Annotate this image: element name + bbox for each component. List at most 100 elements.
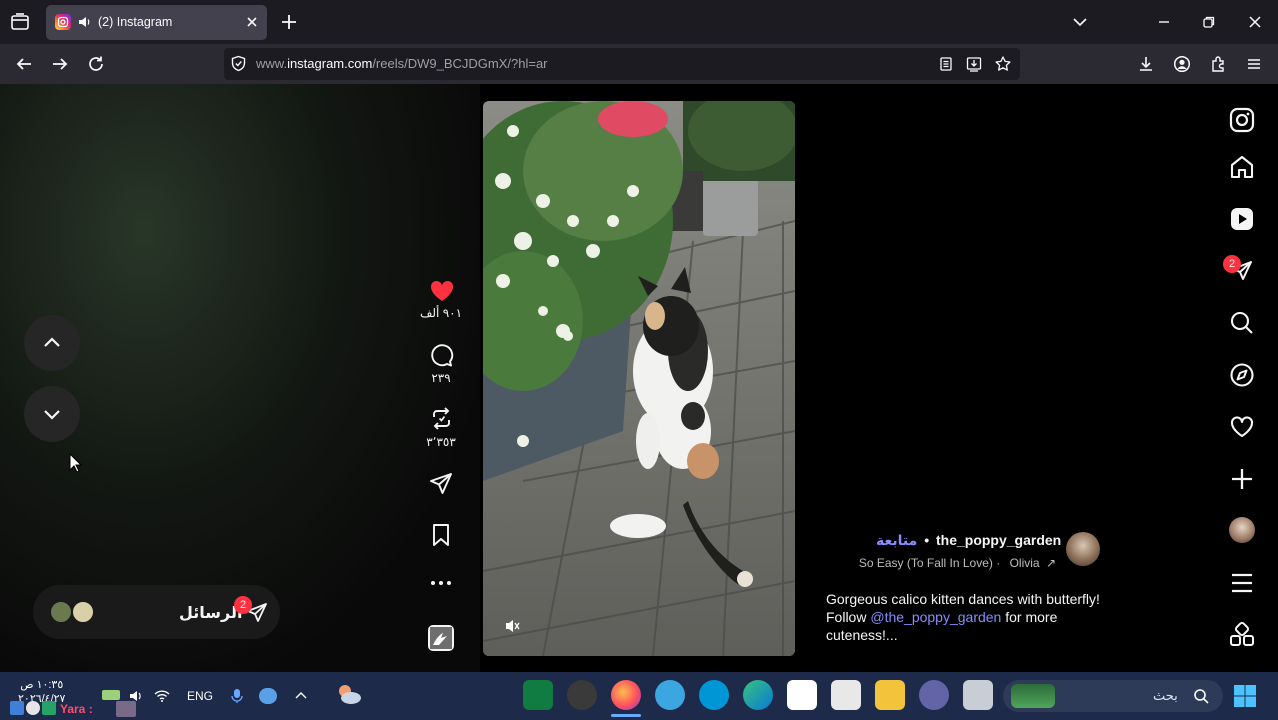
notification-badge: 2 [1223,255,1241,273]
speaker-icon[interactable] [77,15,91,29]
home-icon[interactable] [1229,154,1255,180]
instagram-reels-page: الرسائل 2 ٩٠١ ألف ٢٣٩ ٣٬٣٥٣ متابعة • the… [0,84,1278,672]
notification-app-icon [10,701,24,715]
firefox-taskbar-icon[interactable] [611,680,641,710]
video-frame-kitten [483,101,795,656]
instagram-logo-icon[interactable] [1229,107,1255,133]
search-highlight-image [1011,684,1055,708]
task-view-taskbar-icon[interactable] [963,680,993,710]
follow-button[interactable]: متابعة [876,532,917,548]
weather-icon[interactable] [334,680,364,708]
onedrive-icon[interactable] [259,688,277,704]
extensions-icon[interactable] [1209,55,1227,73]
edge-taskbar-icon[interactable] [743,680,773,710]
audio-thumbnail[interactable] [428,625,454,651]
tab-overview-icon[interactable] [10,12,30,32]
blurred-background [0,84,480,672]
volume-icon[interactable] [128,688,144,704]
app-taskbar-icon[interactable] [567,680,597,710]
audio-title: So Easy (To Fall In Love) · [858,556,1001,570]
file-explorer-taskbar-icon[interactable] [875,680,905,710]
also-from-meta-icon[interactable] [1229,622,1255,648]
app-taskbar-icon[interactable] [523,680,553,710]
external-arrow-icon: ↗ [1045,556,1056,570]
comment-icon[interactable] [429,343,454,368]
close-tab-icon[interactable] [244,14,260,30]
store-taskbar-icon[interactable] [831,680,861,710]
repost-icon[interactable] [429,406,454,431]
teams-taskbar-icon[interactable] [919,680,949,710]
browser-tab-instagram[interactable]: (2) Instagram [46,5,267,40]
messages-badge: 2 [234,596,252,614]
install-app-icon[interactable] [966,56,982,72]
navigation-bar: www.instagram.com/reels/DW9_BCJDGmX/?hl=… [0,44,1278,84]
reader-view-icon[interactable] [938,56,954,72]
minimize-window-icon[interactable] [1156,14,1172,30]
clock-time: ١٠:٣٥ ص [20,679,64,691]
username-link[interactable]: the_poppy_garden [936,532,1061,548]
restore-window-icon[interactable] [1201,14,1217,30]
caption-mention-link[interactable]: @the_poppy_garden [870,609,1001,625]
separator: • [924,532,930,548]
amazon-taskbar-icon[interactable] [787,680,817,710]
create-plus-icon[interactable] [1229,466,1255,492]
account-icon[interactable] [1173,55,1191,73]
user-avatar[interactable] [1066,532,1100,566]
messages-label: الرسائل [179,605,243,622]
reload-icon[interactable] [87,55,105,73]
notifications-heart-icon[interactable] [1229,414,1255,440]
menu-hamburger-icon[interactable] [1245,55,1263,73]
show-hidden-icons-chevron-icon[interactable] [294,689,308,703]
comments-count: ٢٣٩ [431,371,451,385]
search-icon[interactable] [1229,310,1255,336]
save-bookmark-icon[interactable] [430,523,452,547]
phone-link-icon[interactable] [101,688,121,702]
reel-video[interactable] [483,101,795,656]
profile-avatar[interactable] [1229,517,1255,543]
tab-title: (2) Instagram [98,15,173,29]
next-reel-button[interactable] [24,386,80,442]
notification-app-icon [42,701,56,715]
chevron-down-icon [44,410,60,420]
shield-icon[interactable] [230,55,247,72]
caption: Gorgeous calico kitten dances with butte… [826,590,1116,644]
instagram-favicon-icon [55,14,71,30]
wifi-icon[interactable] [154,688,170,704]
share-send-icon[interactable] [429,471,454,496]
mouse-cursor-icon [69,453,83,473]
url-text: www.instagram.com/reels/DW9_BCJDGmX/?hl=… [256,56,548,71]
url-bar[interactable]: www.instagram.com/reels/DW9_BCJDGmX/?hl=… [224,48,1020,80]
like-heart-icon[interactable] [429,279,455,303]
new-tab-icon[interactable] [280,13,298,31]
bookmark-star-icon[interactable] [994,55,1012,73]
likes-count: ٩٠١ ألف [419,306,463,320]
audio-artist: Olivia [1009,556,1040,570]
reposts-count: ٣٬٣٥٣ [426,435,456,449]
search-icon [1193,688,1209,704]
audio-row[interactable]: So Easy (To Fall In Love) · Olivia ↗ [826,556,1056,570]
reels-icon[interactable] [1229,206,1255,232]
back-arrow-icon[interactable] [15,55,33,73]
messages-pill-button[interactable]: الرسائل 2 [33,585,280,639]
avatar [49,600,73,624]
explore-compass-icon[interactable] [1229,362,1255,388]
taskbar-search[interactable]: بحث [1003,680,1223,712]
forward-arrow-icon[interactable] [51,55,69,73]
microphone-icon[interactable] [230,688,244,704]
tab-bar: (2) Instagram [0,0,1278,44]
list-tabs-chevron-icon[interactable] [1072,14,1088,30]
close-window-icon[interactable] [1247,14,1263,30]
search-placeholder: بحث [1153,688,1178,703]
username-row: متابعة • the_poppy_garden [876,532,1061,552]
previous-reel-button[interactable] [24,315,80,371]
hp-taskbar-icon[interactable] [699,680,729,710]
help-taskbar-icon[interactable] [655,680,685,710]
more-options-icon[interactable] [430,579,452,587]
windows-taskbar: ١٠:٣٥ ص ٢٠٢٦/٤/٢٧ Yara : ENG بحث [0,672,1278,720]
windows-start-icon[interactable] [1233,684,1257,708]
downloads-icon[interactable] [1137,55,1155,73]
notification-app-icon [26,701,40,715]
language-indicator[interactable]: ENG [187,689,213,703]
more-menu-icon[interactable] [1229,570,1255,596]
active-app-indicator [611,714,641,717]
